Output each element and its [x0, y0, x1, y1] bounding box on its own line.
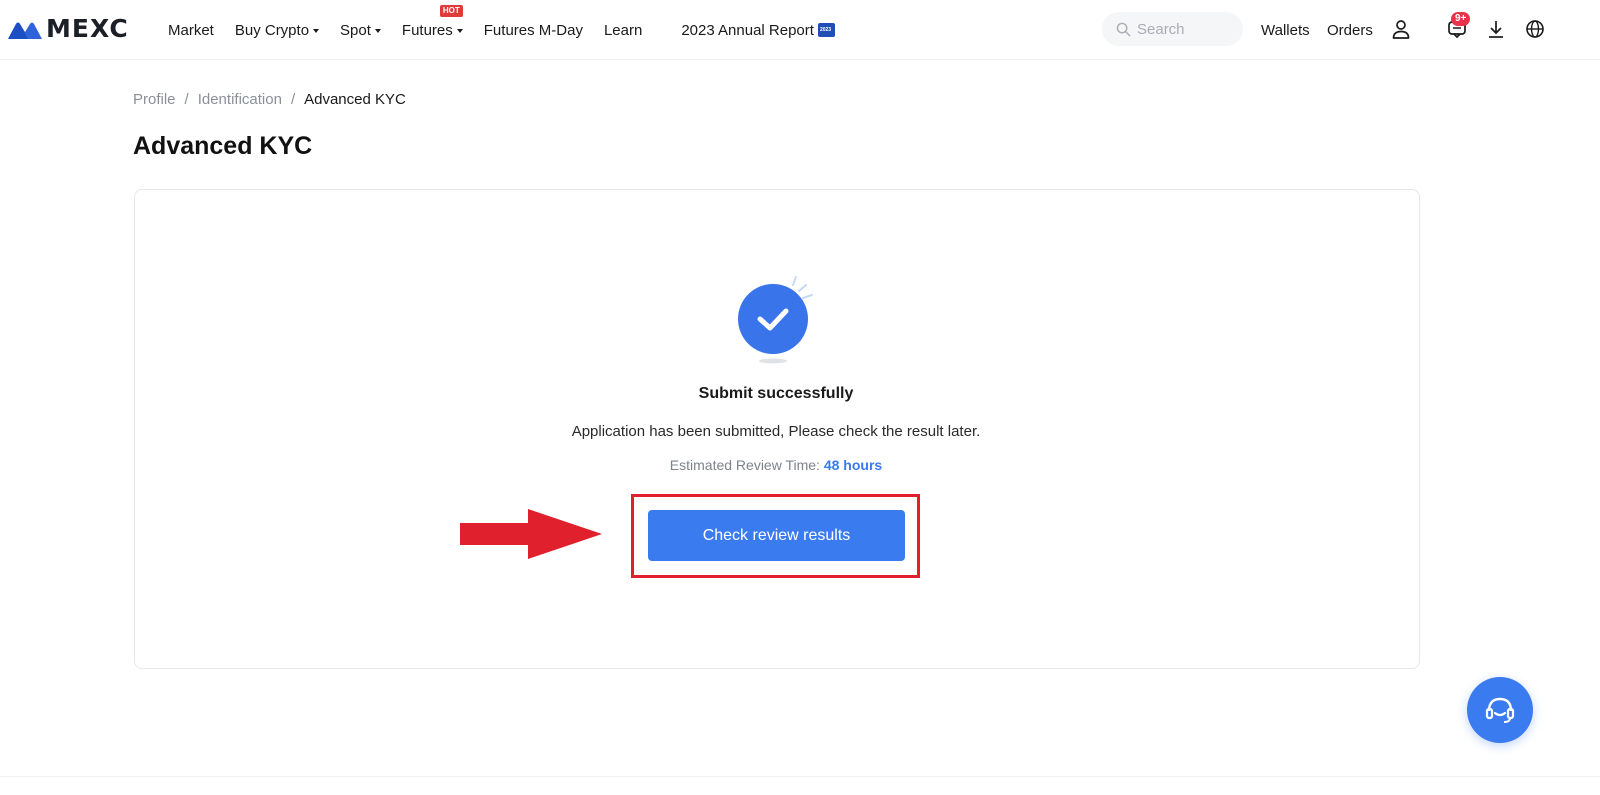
report-icon: 2023	[817, 23, 835, 37]
breadcrumb-identification[interactable]: Identification	[198, 91, 282, 108]
globe-icon[interactable]	[1524, 18, 1546, 40]
hot-badge: HOT	[439, 4, 463, 17]
nav-futures-mday[interactable]: Futures M-Day	[484, 22, 583, 39]
caret-down-icon	[313, 28, 320, 33]
mexc-logo[interactable]: MEXC	[8, 14, 129, 43]
search-input[interactable]	[1137, 20, 1237, 38]
review-time-value: 48 hours	[823, 457, 883, 473]
brand-name: MEXC	[46, 14, 129, 43]
nav-market[interactable]: Market	[168, 22, 214, 39]
caret-down-icon	[374, 28, 381, 33]
success-check-icon	[738, 276, 813, 364]
breadcrumb-separator: /	[290, 91, 296, 108]
nav-futures-mday-label: Futures M-Day	[483, 21, 583, 39]
orders-link[interactable]: Orders	[1327, 0, 1373, 60]
headset-icon	[1485, 697, 1515, 723]
check-review-results-button[interactable]: Check review results	[648, 510, 905, 561]
estimated-review-time: Estimated Review Time: 48 hours	[0, 457, 1552, 473]
result-description: Application has been submitted, Please c…	[571, 423, 981, 440]
nav-market-label: Market	[168, 21, 214, 39]
top-header: MEXC Market Buy Crypto Spot Futures HOT …	[0, 0, 1600, 60]
orders-label: Orders	[1327, 21, 1373, 39]
footer-divider	[0, 776, 1600, 777]
user-icon[interactable]	[1390, 18, 1412, 40]
nav-buy-crypto[interactable]: Buy Crypto	[234, 21, 320, 39]
report-icon-year: 2023	[819, 27, 832, 33]
annual-report-label: 2023 Annual Report	[681, 21, 814, 39]
caret-down-icon	[456, 28, 463, 33]
nav-futures-label: Futures	[401, 21, 453, 39]
search-icon	[1116, 22, 1131, 36]
nav-futures[interactable]: Futures HOT	[401, 4, 463, 39]
breadcrumb: Profile / Identification / Advanced KYC	[133, 91, 406, 108]
wallets-label: Wallets	[1261, 21, 1310, 39]
red-arrow-icon	[460, 509, 602, 559]
notification-badge: 9+	[1451, 12, 1471, 26]
nav-learn-label: Learn	[603, 21, 643, 39]
breadcrumb-profile[interactable]: Profile	[133, 91, 176, 108]
nav-spot[interactable]: Spot	[340, 22, 381, 39]
main-nav: Market Buy Crypto Spot Futures HOT Futur…	[168, 0, 856, 60]
mexc-logo-icon	[8, 22, 42, 39]
search-box[interactable]	[1102, 12, 1243, 46]
customer-support-button[interactable]	[1467, 677, 1533, 743]
breadcrumb-separator: /	[184, 91, 189, 108]
review-time-label: Estimated Review Time:	[669, 457, 820, 473]
page-title: Advanced KYC	[133, 132, 313, 160]
result-title: Submit successfully	[698, 385, 854, 402]
breadcrumb-current: Advanced KYC	[304, 91, 406, 108]
nav-spot-label: Spot	[340, 21, 371, 39]
nav-annual-report[interactable]: 2023 Annual Report 2023	[681, 22, 835, 39]
nav-learn[interactable]: Learn	[604, 22, 642, 39]
wallets-link[interactable]: Wallets	[1261, 0, 1310, 60]
download-icon[interactable]	[1485, 18, 1507, 40]
nav-buy-crypto-label: Buy Crypto	[234, 21, 310, 39]
